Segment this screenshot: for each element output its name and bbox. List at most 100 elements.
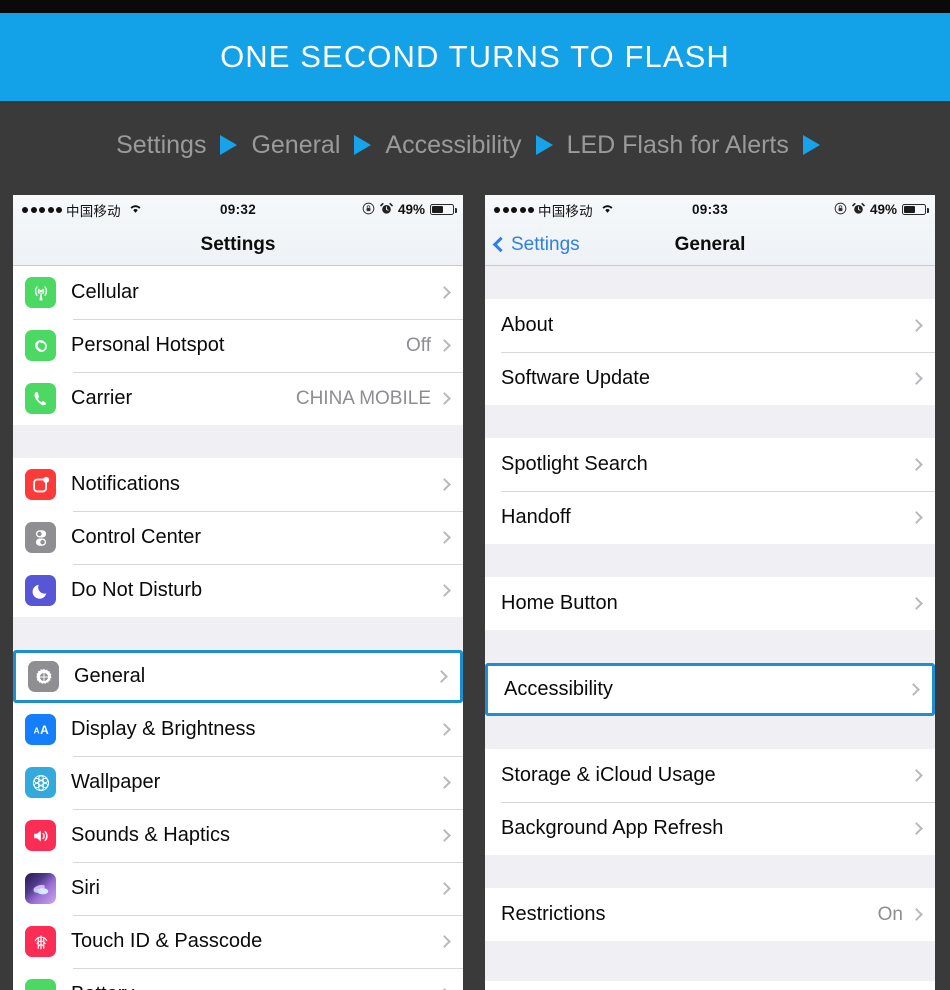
settings-row-carrier[interactable]: Carrier CHINA MOBILE: [13, 372, 463, 425]
breadcrumb-arrow-icon: [802, 135, 820, 155]
settings-row-sounds-haptics[interactable]: Sounds & Haptics: [13, 809, 463, 862]
page-root: ONE SECOND TURNS TO FLASH Settings Genera…: [0, 0, 950, 990]
settings-row-handoff[interactable]: Handoff: [485, 491, 935, 544]
chevron-right-icon: [910, 822, 923, 835]
phone-screenshots: 中国移动 09:32 49% Settings Cellular Personal Hot…: [0, 189, 950, 990]
settings-row-personal-hotspot[interactable]: Personal Hotspot Off: [13, 319, 463, 372]
chevron-right-icon: [438, 392, 451, 405]
row-label: Storage & iCloud Usage: [501, 764, 716, 786]
settings-row-cellular[interactable]: Cellular: [13, 266, 463, 319]
chevron-right-icon: [435, 670, 448, 683]
battery-app-icon: [25, 979, 56, 990]
breadcrumb-arrow-icon: [220, 135, 238, 155]
settings-row-restrictions[interactable]: Restrictions On: [485, 888, 935, 941]
row-value: On: [877, 903, 903, 925]
chevron-right-icon: [438, 829, 451, 842]
cellular-icon: [25, 277, 56, 308]
list-gap: [485, 941, 935, 981]
back-button[interactable]: Settings: [492, 233, 580, 256]
settings-row-software-update[interactable]: Software Update: [485, 352, 935, 405]
row-label: Battery: [71, 983, 440, 990]
chevron-right-icon: [438, 478, 451, 491]
settings-row-battery[interactable]: Battery: [13, 968, 463, 990]
breadcrumb-item-settings[interactable]: Settings: [116, 131, 206, 160]
list-gap: [485, 405, 935, 438]
chevron-right-icon: [910, 908, 923, 921]
phone-right: 中国移动 09:33 49% Settings General About Software…: [485, 195, 935, 990]
settings-row-storage-icloud-usage[interactable]: Storage & iCloud Usage: [485, 749, 935, 802]
settings-row-control-center[interactable]: Control Center: [13, 511, 463, 564]
row-label: Background App Refresh: [501, 817, 724, 839]
chevron-right-icon: [910, 769, 923, 782]
notifications-icon: [25, 469, 56, 500]
row-value: Off: [406, 334, 431, 356]
battery-icon: [902, 204, 930, 215]
rotation-lock-icon: [834, 202, 847, 218]
settings-row-background-app-refresh[interactable]: Background App Refresh: [485, 802, 935, 855]
do-not-disturb-icon: [25, 575, 56, 606]
list-gap: [13, 425, 463, 458]
settings-group: Spotlight Search Handoff: [485, 438, 935, 544]
list-gap: [485, 855, 935, 888]
settings-row-notifications[interactable]: Notifications: [13, 458, 463, 511]
row-label: Carrier: [71, 387, 133, 409]
nav-bar: Settings General: [485, 224, 935, 266]
row-label: About: [501, 314, 554, 336]
row-label: Notifications: [71, 473, 180, 495]
control-center-icon: [25, 522, 56, 553]
settings-group: Restrictions On: [485, 888, 935, 941]
chevron-right-icon: [438, 339, 451, 352]
settings-list[interactable]: About Software Update Spotlight Search Hand…: [485, 266, 935, 981]
svg-text:A: A: [33, 726, 39, 735]
settings-group: Accessibility: [485, 663, 935, 716]
row-label: Siri: [71, 877, 100, 899]
settings-row-home-button[interactable]: Home Button: [485, 577, 935, 630]
chevron-left-icon: [492, 236, 509, 253]
settings-row-about[interactable]: About: [485, 299, 935, 352]
svg-text:A: A: [40, 723, 49, 737]
settings-row-siri[interactable]: Siri: [13, 862, 463, 915]
settings-row-display-brightness[interactable]: A A Display & Brightness: [13, 703, 463, 756]
list-gap: [13, 617, 463, 650]
row-label: Control Center: [71, 526, 202, 548]
battery-percent: 49%: [397, 202, 425, 217]
settings-row-accessibility[interactable]: Accessibility: [485, 663, 935, 716]
chevron-right-icon: [438, 286, 451, 299]
touch-id-icon: [25, 926, 56, 957]
settings-group: Notifications Control Center Do Not Distur…: [13, 458, 463, 617]
settings-row-wallpaper[interactable]: Wallpaper: [13, 756, 463, 809]
breadcrumb-arrow-icon: [535, 135, 553, 155]
nav-bar: Settings: [13, 224, 463, 266]
settings-row-general[interactable]: General: [13, 650, 463, 703]
settings-list[interactable]: Cellular Personal Hotspot Off Carrier CHINA …: [13, 266, 463, 990]
wallpaper-icon: [25, 767, 56, 798]
row-label: Sounds & Haptics: [71, 824, 230, 846]
breadcrumb: Settings General Accessibility LED Flash fo…: [0, 101, 950, 189]
chevron-right-icon: [438, 584, 451, 597]
personal-hotspot-icon: [25, 330, 56, 361]
display-brightness-icon: AA: [25, 714, 56, 745]
breadcrumb-item-general[interactable]: General: [251, 131, 340, 160]
chevron-right-icon: [438, 776, 451, 789]
status-right: 49%: [834, 202, 930, 218]
chevron-right-icon: [910, 319, 923, 332]
breadcrumb-arrow-icon: [354, 135, 372, 155]
breadcrumb-item-led-flash-for-alerts[interactable]: LED Flash for Alerts: [567, 131, 789, 160]
row-label: Do Not Disturb: [71, 579, 203, 601]
rotation-lock-icon: [362, 202, 375, 218]
settings-row-touch-id-passcode[interactable]: Touch ID & Passcode: [13, 915, 463, 968]
promo-banner: ONE SECOND TURNS TO FLASH: [0, 13, 950, 101]
row-label: Personal Hotspot: [71, 334, 225, 356]
chevron-right-icon: [910, 458, 923, 471]
breadcrumb-item-accessibility[interactable]: Accessibility: [385, 131, 521, 160]
general-gear-icon: [28, 661, 59, 692]
settings-group: Storage & iCloud Usage Background App Ref…: [485, 749, 935, 855]
battery-percent: 49%: [869, 202, 897, 217]
siri-icon: [25, 873, 56, 904]
settings-row-do-not-disturb[interactable]: Do Not Disturb: [13, 564, 463, 617]
row-label: Touch ID & Passcode: [71, 930, 263, 952]
sounds-haptics-icon: [25, 820, 56, 851]
settings-row-spotlight-search[interactable]: Spotlight Search: [485, 438, 935, 491]
back-button-label: Settings: [511, 233, 580, 255]
row-label: Home Button: [501, 592, 618, 614]
